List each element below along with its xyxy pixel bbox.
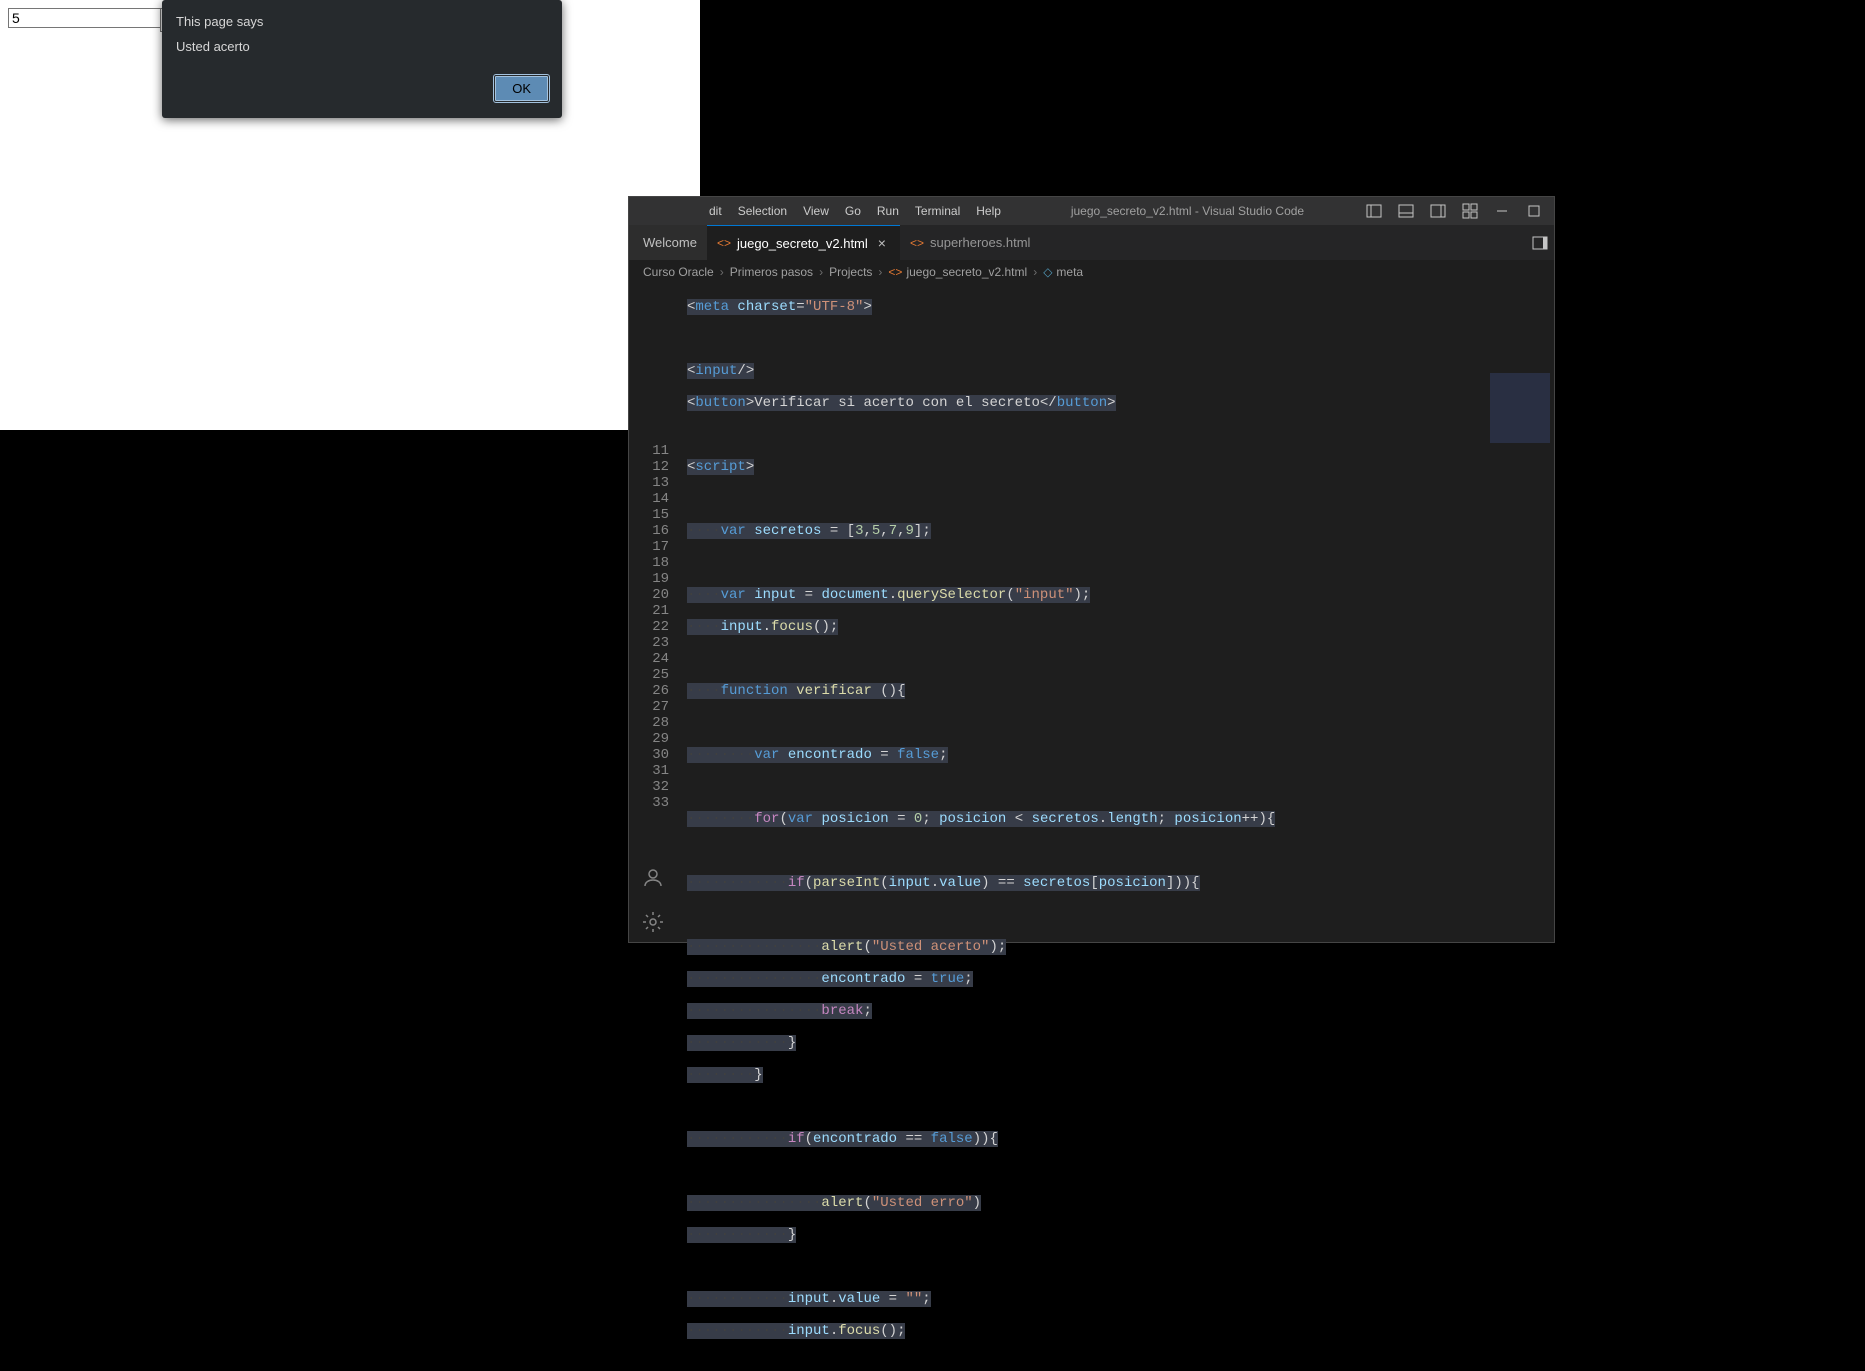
crumb-folder-2[interactable]: Primeros pasos (730, 265, 813, 279)
menu-help[interactable]: Help (968, 204, 1009, 218)
crumb-symbol[interactable]: meta (1056, 265, 1083, 279)
tab-superheroes[interactable]: <> superheroes.html (900, 225, 1040, 260)
alert-title: This page says (176, 14, 548, 29)
layout-panel-bottom-icon[interactable] (1398, 203, 1414, 219)
layout-sidebar-left-icon[interactable] (1366, 203, 1382, 219)
minimap[interactable] (1490, 373, 1550, 443)
minimize-icon[interactable] (1494, 203, 1510, 219)
tab-welcome[interactable]: Welcome (629, 225, 707, 260)
menu-edit[interactable]: dit (701, 204, 730, 218)
menu-go[interactable]: Go (837, 204, 869, 218)
crumb-folder-1[interactable]: Curso Oracle (643, 265, 714, 279)
alert-ok-button[interactable]: OK (495, 76, 548, 101)
accounts-icon[interactable] (641, 866, 665, 890)
crumb-folder-3[interactable]: Projects (829, 265, 872, 279)
window-title: juego_secreto_v2.html - Visual Studio Co… (1009, 204, 1366, 218)
vscode-window: dit Selection View Go Run Terminal Help … (628, 196, 1555, 943)
tab-juego-secreto[interactable]: <> juego_secreto_v2.html × (707, 225, 900, 260)
guess-input[interactable] (8, 8, 164, 28)
chevron-right-icon: › (817, 265, 825, 279)
tab-bar: Welcome <> juego_secreto_v2.html × <> su… (629, 225, 1554, 261)
menu-terminal[interactable]: Terminal (907, 204, 968, 218)
tab-active-label: juego_secreto_v2.html (737, 236, 868, 251)
webpage-area: This page says Usted acerto OK (0, 0, 700, 430)
menu-run[interactable]: Run (869, 204, 907, 218)
js-alert-dialog: This page says Usted acerto OK (162, 0, 562, 118)
menu-view[interactable]: View (795, 204, 837, 218)
html-file-icon: <> (888, 265, 902, 279)
gear-icon[interactable] (641, 910, 665, 934)
tab-welcome-label: Welcome (643, 235, 697, 250)
tab-other-label: superheroes.html (930, 235, 1030, 250)
toggle-secondary-sidebar-icon[interactable] (1532, 235, 1548, 251)
close-tab-icon[interactable]: × (874, 235, 890, 251)
html-file-icon: <> (717, 236, 731, 250)
chevron-right-icon: › (1031, 265, 1039, 279)
crumb-file[interactable]: juego_secreto_v2.html (906, 265, 1027, 279)
activity-bar-bottom (641, 866, 665, 934)
menu-bar: dit Selection View Go Run Terminal Help (701, 204, 1009, 218)
breadcrumb: Curso Oracle› Primeros pasos› Projects› … (629, 261, 1554, 283)
chevron-right-icon: › (876, 265, 884, 279)
symbol-meta-icon: ◇ (1043, 265, 1052, 279)
editor-area[interactable]: 1112131415161718192021222324252627282930… (629, 283, 1554, 942)
menu-selection[interactable]: Selection (730, 204, 795, 218)
chevron-right-icon: › (718, 265, 726, 279)
code-content[interactable]: <meta charset="UTF-8"> <input/> <button>… (687, 283, 1554, 942)
alert-message: Usted acerto (176, 39, 548, 54)
title-bar: dit Selection View Go Run Terminal Help … (629, 197, 1554, 225)
html-file-icon: <> (910, 236, 924, 250)
layout-sidebar-right-icon[interactable] (1430, 203, 1446, 219)
customize-layout-icon[interactable] (1462, 203, 1478, 219)
maximize-icon[interactable] (1526, 203, 1542, 219)
line-gutter: 1112131415161718192021222324252627282930… (629, 283, 687, 942)
